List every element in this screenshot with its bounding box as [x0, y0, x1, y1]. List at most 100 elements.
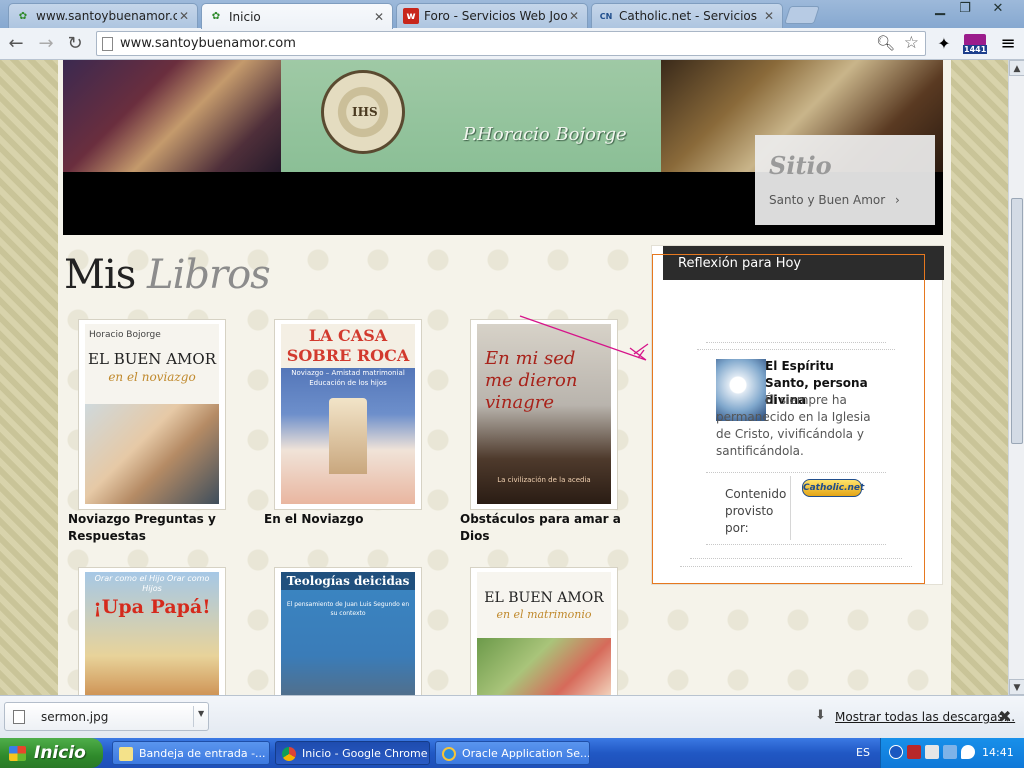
book-title-link[interactable]: Noviazgo Preguntas y Respuestas: [68, 511, 248, 545]
tab-label: www.santoybuenamor.com -: [36, 9, 177, 23]
zoom-magnifier-icon[interactable]: 🔍︎: [876, 34, 895, 52]
windows-taskbar: Inicio Bandeja de entrada -... Inicio - …: [0, 738, 1024, 768]
banner-signature: P.Horacio Bojorge: [463, 124, 627, 145]
tab-foro-joomla[interactable]: w Foro - Servicios Web Joomla ✕: [396, 3, 588, 28]
sitio-box[interactable]: Sitio Santo y Buen Amor ›: [755, 135, 935, 225]
reload-icon[interactable]: ↻: [63, 32, 87, 56]
internet-explorer-icon: [442, 747, 456, 761]
dropdown-arrow-icon[interactable]: ▼: [198, 709, 204, 718]
book-card[interactable]: Orar como el Hijo Orar como Hijos ¡Upa P…: [78, 567, 226, 695]
message-bubble-icon[interactable]: [961, 745, 975, 759]
cover-title: EL BUEN AMOR: [88, 350, 216, 368]
book-title-link[interactable]: Obstáculos para amar a Dios: [460, 511, 650, 545]
start-button[interactable]: Inicio: [0, 738, 103, 768]
show-all-downloads-link[interactable]: Mostrar todas las descargas...: [835, 710, 1015, 724]
url-text[interactable]: www.santoybuenamor.com: [120, 36, 296, 51]
page-icon: [102, 37, 113, 51]
restore-icon[interactable]: ❐: [953, 0, 977, 18]
book-card[interactable]: LA CASA SOBRE ROCA Noviazgo – Amistad ma…: [274, 319, 422, 510]
dotted-divider: [680, 566, 912, 567]
cover-subtitle: La civilización de la acedia: [497, 476, 591, 484]
book-cover-image[interactable]: EL BUEN AMOR en el matrimonio: [477, 572, 611, 695]
security-icon[interactable]: [925, 745, 939, 759]
sitio-title: Sitio: [769, 151, 832, 180]
language-indicator[interactable]: ES: [856, 746, 870, 759]
joomla-favicon-icon: w: [403, 8, 419, 24]
catholic-net-logo[interactable]: Catholic.net: [802, 479, 864, 497]
address-bar[interactable]: www.santoybuenamor.com 🔍︎ ☆: [96, 31, 926, 56]
extension-badge-icon[interactable]: 1441: [962, 32, 988, 56]
close-window-icon[interactable]: ✕: [986, 0, 1010, 18]
bookmark-star-icon[interactable]: ☆: [904, 33, 919, 53]
tab-label: Inicio: [229, 9, 261, 24]
reflexion-widget: Reflexión para Hoy El Espíritu Santo, pe…: [651, 245, 944, 585]
taskbar-item-label: Bandeja de entrada -...: [139, 747, 266, 760]
tab-label: Catholic.net - Servicios: [619, 9, 758, 23]
taskbar-item-outlook[interactable]: Bandeja de entrada -...: [112, 741, 270, 765]
cover-title: LA CASA SOBRE ROCA: [281, 324, 415, 368]
book-title-link[interactable]: En el Noviazgo: [264, 511, 444, 528]
cover-author: Horacio Bojorge: [89, 330, 161, 340]
start-label: Inicio: [34, 743, 86, 763]
scroll-up-icon[interactable]: ▲: [1009, 60, 1024, 76]
network-icon[interactable]: [889, 745, 903, 759]
chevron-right-icon: ›: [895, 193, 900, 207]
minimize-icon[interactable]: ▁: [928, 0, 952, 18]
book-cover-image[interactable]: Horacio Bojorge EL BUEN AMOR en el novia…: [85, 324, 219, 504]
cover-top-text: Orar como el Hijo Orar como Hijos: [94, 574, 210, 593]
section-heading: Mis Libros: [64, 252, 271, 298]
close-tab-icon[interactable]: ✕: [762, 9, 776, 23]
catholic-net-favicon-icon: CN: [599, 11, 613, 21]
scrollbar-thumb[interactable]: [1011, 198, 1023, 444]
download-arrow-icon: ⬇: [815, 708, 826, 723]
forward-arrow-icon[interactable]: →: [34, 32, 58, 56]
taskbar-item-chrome[interactable]: Inicio - Google Chrome: [275, 741, 430, 765]
cover-title: Teologías deicidas: [281, 572, 415, 590]
taskbar-item-oracle[interactable]: Oracle Application Se...: [435, 741, 590, 765]
browser-tab-strip: ✿ www.santoybuenamor.com - ✕ ✿ Inicio ✕ …: [0, 0, 1024, 29]
santoybuenamor-favicon-icon: ✿: [211, 11, 221, 22]
article-body-line: Él siempre ha: [765, 393, 847, 407]
file-icon: [13, 710, 25, 724]
download-item[interactable]: sermon.jpg ▼: [4, 702, 209, 731]
menu-icon[interactable]: ≡: [996, 32, 1020, 56]
extension-puzzle-icon[interactable]: ✦: [932, 32, 956, 56]
santoybuenamor-favicon-icon: ✿: [18, 10, 28, 22]
tab-inicio[interactable]: ✿ Inicio ✕: [201, 3, 393, 29]
monitor-icon[interactable]: [943, 745, 957, 759]
close-tab-icon[interactable]: ✕: [177, 9, 191, 23]
book-cover-image[interactable]: Orar como el Hijo Orar como Hijos ¡Upa P…: [85, 572, 219, 695]
close-tab-icon[interactable]: ✕: [372, 10, 386, 24]
divider: [193, 706, 194, 727]
new-tab-button[interactable]: [784, 6, 820, 24]
close-tab-icon[interactable]: ✕: [567, 9, 581, 23]
dotted-divider: [706, 472, 886, 473]
extension-badge-count: 1441: [963, 45, 988, 54]
mail-icon: [119, 747, 133, 761]
vertical-scrollbar[interactable]: ▲ ▼: [1008, 60, 1024, 695]
chrome-icon: [282, 747, 296, 761]
ihs-seal-image: [321, 70, 405, 154]
close-shelf-icon[interactable]: ✖: [998, 707, 1011, 726]
clock[interactable]: 14:41: [982, 746, 1014, 759]
antivirus-shield-icon[interactable]: [907, 745, 921, 759]
reflexion-article-body: Él siempre ha permanecido en la Iglesia …: [716, 392, 886, 460]
browser-toolbar: ← → ↻ www.santoybuenamor.com 🔍︎ ☆ ✦ 1441…: [0, 28, 1024, 60]
book-cover-image[interactable]: Teologías deicidas El pensamiento de Jua…: [281, 572, 415, 695]
tab-santoybuenamor[interactable]: ✿ www.santoybuenamor.com - ✕: [8, 3, 198, 28]
book-card[interactable]: EL BUEN AMOR en el matrimonio: [470, 567, 618, 695]
book-cover-image[interactable]: LA CASA SOBRE ROCA Noviazgo – Amistad ma…: [281, 324, 415, 504]
cover-subtitle: Noviazgo – Amistad matrimonial Educación…: [291, 369, 405, 387]
book-card[interactable]: Teologías deicidas El pensamiento de Jua…: [274, 567, 422, 695]
back-arrow-icon[interactable]: ←: [4, 32, 28, 56]
site-banner: P.Horacio Bojorge Sitio Santo y Buen Amo…: [63, 60, 943, 235]
book-card[interactable]: Horacio Bojorge EL BUEN AMOR en el novia…: [78, 319, 226, 510]
stained-glass-image: [63, 60, 281, 172]
download-file-name: sermon.jpg: [41, 710, 109, 724]
scroll-down-icon[interactable]: ▼: [1009, 679, 1024, 695]
tab-catholic-net[interactable]: CN Catholic.net - Servicios ✕: [591, 3, 783, 28]
dotted-divider: [697, 349, 895, 350]
tab-label: Foro - Servicios Web Joomla: [424, 9, 567, 23]
sitio-link[interactable]: Santo y Buen Amor ›: [769, 193, 900, 207]
page-viewport: P.Horacio Bojorge Sitio Santo y Buen Amo…: [0, 60, 1008, 695]
